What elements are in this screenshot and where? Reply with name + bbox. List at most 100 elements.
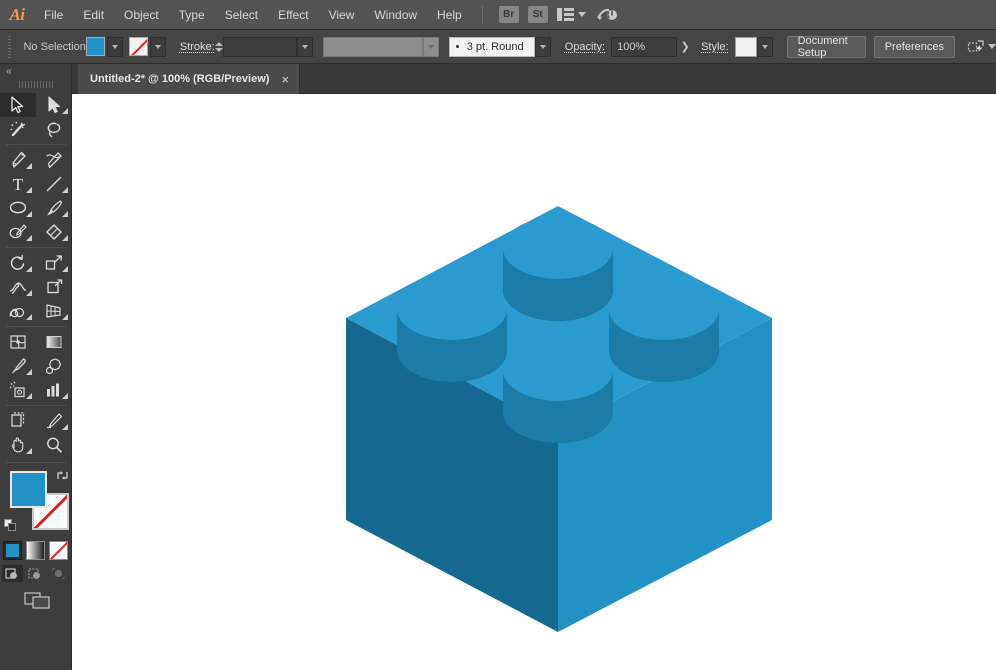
menu-file[interactable]: File	[34, 0, 73, 30]
stock-button[interactable]: St	[528, 6, 548, 23]
preferences-button[interactable]: Preferences	[874, 36, 955, 58]
direct-selection-tool[interactable]	[36, 93, 72, 117]
document-setup-button[interactable]: Document Setup	[787, 36, 866, 58]
stroke-weight-stepper[interactable]	[215, 37, 223, 57]
type-tool[interactable]: T	[0, 172, 36, 196]
menu-divider	[482, 6, 483, 24]
draw-normal-button[interactable]	[2, 565, 23, 582]
draw-inside-button[interactable]	[48, 565, 69, 582]
tools-panel-header: «	[0, 64, 71, 78]
stud-right	[609, 278, 719, 382]
magic-wand-tool[interactable]	[0, 117, 36, 141]
app-logo-icon: Ai	[0, 0, 34, 30]
free-transform-tool[interactable]	[36, 275, 72, 299]
curvature-tool[interactable]	[36, 148, 72, 172]
drawing-mode-buttons	[0, 565, 71, 582]
fill-dropdown-button[interactable]	[107, 37, 123, 57]
control-bar: No Selection Stroke: 3 pt. Round	[0, 30, 996, 64]
opacity-field[interactable]: 100%	[611, 37, 677, 57]
width-profile-field[interactable]: 3 pt. Round	[449, 37, 535, 57]
shaper-pencil-tool[interactable]	[0, 220, 36, 244]
close-icon[interactable]: ×	[281, 73, 289, 86]
document-tab-title: Untitled-2* @ 100% (RGB/Preview)	[90, 73, 269, 85]
stroke-color-swatch[interactable]	[129, 37, 148, 56]
swap-fill-stroke-icon[interactable]	[56, 469, 69, 482]
width-profile-value: 3 pt. Round	[467, 41, 524, 53]
paintbrush-tool[interactable]	[36, 196, 72, 220]
fill-color-swatch[interactable]	[86, 37, 105, 56]
menu-type[interactable]: Type	[169, 0, 215, 30]
tools-divider	[6, 462, 66, 463]
stroke-weight-field[interactable]	[223, 37, 297, 57]
selection-tool[interactable]	[0, 93, 36, 117]
stroke-weight-label: Stroke:	[180, 41, 215, 53]
fill-swatch-large[interactable]	[10, 471, 47, 508]
tools-panel-drag-handle[interactable]	[18, 78, 53, 90]
mesh-tool[interactable]	[0, 330, 36, 354]
document-tab[interactable]: Untitled-2* @ 100% (RGB/Preview) ×	[78, 64, 300, 94]
menu-view[interactable]: View	[319, 0, 365, 30]
lasso-tool[interactable]	[36, 117, 72, 141]
workspace-grid-icon	[557, 8, 574, 21]
gradient-mode-button[interactable]	[26, 541, 45, 560]
eraser-tool[interactable]	[36, 220, 72, 244]
default-fill-stroke-icon[interactable]	[4, 519, 17, 532]
width-tool[interactable]	[0, 275, 36, 299]
zoom-tool[interactable]	[36, 433, 72, 457]
width-profile-dot-icon	[456, 45, 459, 48]
color-mode-button[interactable]	[3, 541, 22, 560]
workspace-switcher-button[interactable]	[557, 8, 586, 21]
menu-object[interactable]: Object	[114, 0, 169, 30]
menu-help[interactable]: Help	[427, 0, 472, 30]
blend-tool[interactable]	[36, 354, 72, 378]
pen-tool[interactable]	[0, 148, 36, 172]
artboard-tool[interactable]	[0, 409, 36, 433]
scale-tool[interactable]	[36, 251, 72, 275]
ellipse-tool[interactable]	[0, 196, 36, 220]
control-bar-grip[interactable]	[8, 36, 11, 58]
align-to-icon[interactable]	[967, 38, 985, 56]
menu-edit[interactable]: Edit	[73, 0, 114, 30]
stroke-dropdown-button[interactable]	[150, 37, 166, 57]
opacity-label: Opacity:	[565, 41, 605, 53]
bridge-button[interactable]: Br	[499, 6, 519, 23]
tools-divider	[6, 144, 66, 145]
gradient-tool[interactable]	[36, 330, 72, 354]
hand-tool[interactable]	[0, 433, 36, 457]
draw-behind-button[interactable]	[25, 565, 46, 582]
none-mode-button[interactable]	[49, 541, 68, 560]
stroke-weight-dropdown-button[interactable]	[297, 37, 313, 57]
slice-tool[interactable]	[36, 409, 72, 433]
menu-bar: Ai File Edit Object Type Select Effect V…	[0, 0, 996, 30]
menu-effect[interactable]: Effect	[268, 0, 318, 30]
menu-window[interactable]: Window	[364, 0, 427, 30]
lego-brick-artwork[interactable]	[72, 94, 996, 670]
align-chevron-down-icon[interactable]	[988, 44, 996, 49]
tools-grid: T	[0, 93, 72, 457]
symbol-sprayer-tool[interactable]	[0, 378, 36, 402]
graphic-style-swatch[interactable]	[735, 37, 757, 57]
opacity-flyout-button[interactable]: ❯	[677, 37, 693, 57]
style-label: Style:	[701, 41, 729, 53]
menu-select[interactable]: Select	[215, 0, 268, 30]
collapse-panel-icon[interactable]: «	[6, 66, 11, 77]
screen-mode-button-wrap	[0, 590, 71, 608]
selection-status-label: No Selection	[17, 41, 85, 53]
style-dropdown-button[interactable]	[757, 37, 773, 57]
shape-builder-tool[interactable]	[0, 299, 36, 323]
adobe-search-button[interactable]	[595, 5, 619, 25]
column-graph-tool[interactable]	[36, 378, 72, 402]
tools-divider	[6, 326, 66, 327]
line-segment-tool[interactable]	[36, 172, 72, 196]
eyedropper-tool[interactable]	[0, 354, 36, 378]
brush-definition-field[interactable]	[323, 37, 423, 57]
document-canvas[interactable]	[72, 94, 996, 670]
perspective-grid-tool[interactable]	[36, 299, 72, 323]
change-screen-mode-button[interactable]	[23, 590, 49, 608]
tools-divider	[6, 405, 66, 406]
rotate-tool[interactable]	[0, 251, 36, 275]
fill-stroke-controls	[0, 467, 72, 539]
brush-definition-dropdown-button[interactable]	[423, 37, 439, 57]
width-profile-dropdown-button[interactable]	[535, 37, 551, 57]
tools-panel: «	[0, 64, 72, 670]
